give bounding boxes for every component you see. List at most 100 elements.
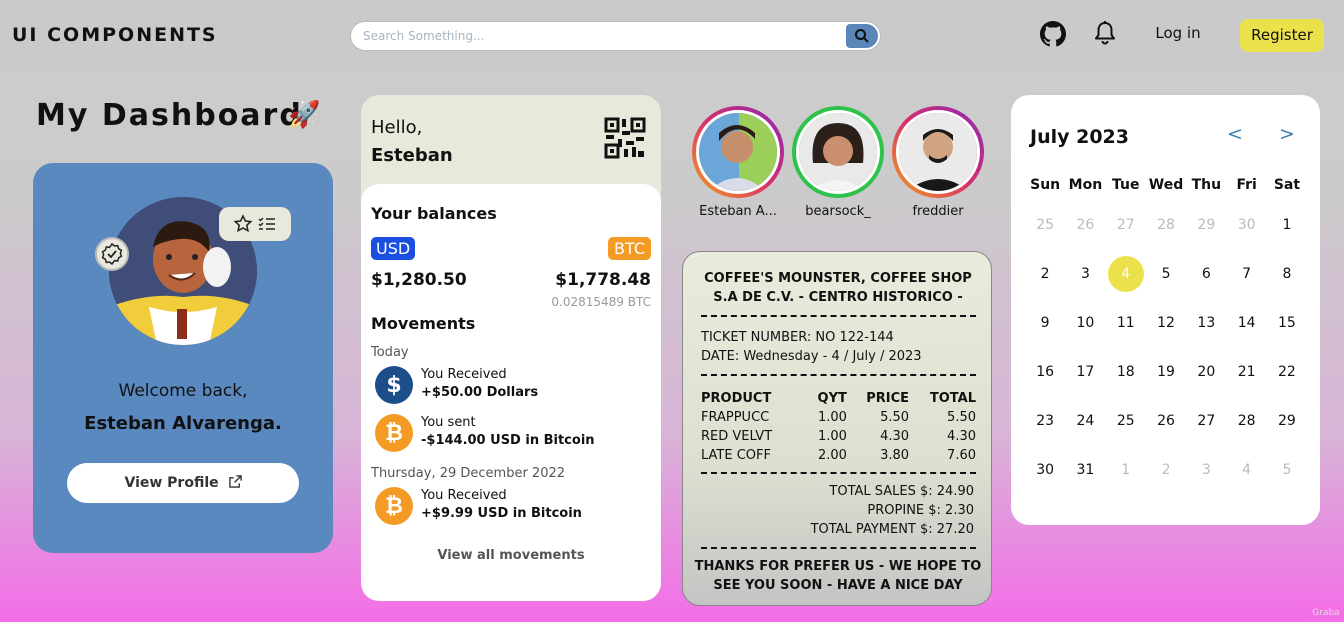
table-cell: 5.50 bbox=[947, 410, 976, 425]
register-button[interactable]: Register bbox=[1240, 19, 1324, 52]
search-bar[interactable] bbox=[350, 21, 881, 51]
table-cell: 7.60 bbox=[947, 448, 976, 463]
receipt-table: PRODUCT QYT PRICE TOTAL FRAPPUCC 1.00 5.… bbox=[701, 388, 976, 465]
calendar-day[interactable]: 1 bbox=[1106, 460, 1146, 509]
calendar-day-number: 2 bbox=[1161, 462, 1171, 478]
table-cell: 2.00 bbox=[817, 448, 847, 463]
calendar-day-number: 4 bbox=[1242, 462, 1252, 478]
table-cell: 5.50 bbox=[880, 410, 910, 425]
calendar-day[interactable]: 31 bbox=[1065, 460, 1105, 509]
rocket-icon: 🚀 bbox=[288, 100, 321, 130]
calendar-day-number: 18 bbox=[1116, 364, 1135, 380]
table-row: FRAPPUCC 1.00 5.50 5.50 bbox=[701, 408, 976, 427]
calendar-day-number: 29 bbox=[1197, 217, 1216, 233]
column-header: PRODUCT bbox=[701, 390, 772, 406]
balances-title: Your balances bbox=[371, 204, 497, 223]
calendar-day-number: 15 bbox=[1278, 315, 1296, 331]
story-item[interactable]: freddier bbox=[890, 106, 986, 219]
login-link[interactable]: Log in bbox=[1140, 24, 1216, 42]
wallet-body: Your balances USD BTC $1,280.50 $1,778.4… bbox=[361, 184, 661, 601]
bitcoin-icon: ₿ bbox=[375, 414, 413, 452]
calendar-day[interactable]: 2 bbox=[1146, 460, 1186, 509]
table-cell: 4.30 bbox=[947, 429, 976, 444]
btc-units: 0.02815489 BTC bbox=[551, 295, 651, 309]
greeting-name: Esteban bbox=[371, 145, 453, 166]
calendar-day[interactable]: 30 bbox=[1025, 460, 1065, 509]
story-item[interactable]: bearsock_ bbox=[790, 106, 886, 219]
page-title: My Dashboard bbox=[36, 98, 303, 133]
btc-balance: $1,778.48 bbox=[555, 270, 651, 290]
bell-icon[interactable] bbox=[1093, 20, 1117, 46]
search-button[interactable] bbox=[846, 24, 878, 48]
view-profile-label: View Profile bbox=[124, 475, 219, 491]
calendar-week-row: 30 31 1 2 3 4 5 bbox=[1025, 460, 1315, 509]
movement-item[interactable]: ₿ You sent -$144.00 USD in Bitcoin bbox=[375, 414, 655, 454]
calendar-day-number: 5 bbox=[1161, 266, 1171, 282]
btc-tag: BTC bbox=[608, 237, 651, 260]
divider bbox=[701, 547, 976, 549]
calendar-day[interactable]: 3 bbox=[1186, 460, 1226, 509]
wallet-card: Hello, Esteban Your balances USD BTC $1,… bbox=[361, 95, 661, 601]
table-cell: RED VELVT bbox=[701, 429, 773, 444]
view-profile-button[interactable]: View Profile bbox=[67, 463, 299, 503]
calendar-day[interactable]: 4 bbox=[1226, 460, 1266, 509]
calendar-day-number: 24 bbox=[1076, 413, 1095, 429]
story-item[interactable]: Esteban A... bbox=[690, 106, 786, 219]
calendar-day-number: 31 bbox=[1076, 462, 1095, 478]
movement-item[interactable]: ₿ You Received +$9.99 USD in Bitcoin bbox=[375, 487, 655, 527]
top-bar: UI COMPONENTS Log in Register bbox=[0, 0, 1344, 72]
receipt-thanks: THANKS FOR PREFER US - WE HOPE TO bbox=[694, 559, 982, 574]
story-avatar bbox=[696, 110, 780, 194]
calendar-day[interactable]: 5 bbox=[1267, 460, 1307, 509]
calendar-day-number: 13 bbox=[1197, 315, 1216, 331]
calendar-day-number: 16 bbox=[1036, 364, 1055, 380]
bitcoin-icon: ₿ bbox=[375, 487, 413, 525]
welcome-text: Welcome back, bbox=[118, 381, 248, 401]
calendar-day-number: 27 bbox=[1116, 217, 1135, 233]
usd-balance: $1,280.50 bbox=[371, 270, 467, 290]
calendar-prev-button[interactable]: < bbox=[1227, 123, 1243, 145]
total-sales: TOTAL SALES $: 24.90 bbox=[829, 484, 974, 499]
calendar-day-number: 2 bbox=[1040, 266, 1050, 282]
calendar-day-number: 10 bbox=[1076, 315, 1095, 331]
column-header: QYT bbox=[817, 390, 847, 406]
column-header: TOTAL bbox=[929, 390, 976, 406]
calendar-day-number: 14 bbox=[1237, 315, 1256, 331]
greeting: Hello, bbox=[371, 117, 423, 138]
calendar-day-number: 7 bbox=[1242, 266, 1252, 282]
divider bbox=[701, 315, 976, 317]
calendar-day-number: 26 bbox=[1157, 413, 1175, 429]
table-cell: LATE COFF bbox=[701, 448, 771, 463]
table-cell: 4.30 bbox=[880, 429, 910, 444]
calendar-next-button[interactable]: > bbox=[1279, 123, 1295, 145]
star-icon bbox=[233, 214, 253, 233]
brand-logo[interactable]: UI COMPONENTS bbox=[12, 24, 218, 46]
view-all-movements-link[interactable]: View all movements bbox=[361, 548, 661, 563]
ticket-date: DATE: Wednesday - 4 / July / 2023 bbox=[701, 349, 922, 364]
qr-code-icon[interactable] bbox=[604, 117, 646, 159]
calendar-day-number: 27 bbox=[1197, 413, 1216, 429]
calendar-day-number: 28 bbox=[1237, 413, 1256, 429]
favorites-bubble bbox=[219, 207, 291, 241]
movement-label: You sent bbox=[421, 415, 476, 430]
calendar-day-number: 12 bbox=[1157, 315, 1175, 331]
calendar-day-number: 1 bbox=[1121, 462, 1131, 478]
user-name: Esteban Alvarenga. bbox=[84, 413, 282, 434]
movement-amount: +$9.99 USD in Bitcoin bbox=[421, 506, 582, 521]
calendar-day-number: 22 bbox=[1278, 364, 1296, 380]
ticket-number: TICKET NUMBER: NO 122-144 bbox=[701, 330, 894, 345]
calendar-day-number: 30 bbox=[1036, 462, 1055, 478]
movement-label: You Received bbox=[421, 367, 507, 382]
watermark: Graba bbox=[1308, 605, 1344, 622]
profile-card: Welcome back, Esteban Alvarenga. View Pr… bbox=[33, 163, 333, 553]
movement-day: Thursday, 29 December 2022 bbox=[371, 466, 566, 481]
calendar-day-number: 30 bbox=[1237, 217, 1256, 233]
github-icon[interactable] bbox=[1040, 21, 1066, 47]
calendar-day-number: 4 bbox=[1107, 256, 1144, 292]
receipt-shop-address: S.A DE C.V. - CENTRO HISTORICO - bbox=[713, 290, 963, 305]
movement-label: You Received bbox=[421, 488, 507, 503]
search-input[interactable] bbox=[351, 22, 831, 50]
usd-tag: USD bbox=[371, 237, 416, 260]
calendar-month: July 2023 bbox=[1030, 126, 1129, 148]
movement-item[interactable]: $ You Received +$50.00 Dollars bbox=[375, 366, 655, 406]
